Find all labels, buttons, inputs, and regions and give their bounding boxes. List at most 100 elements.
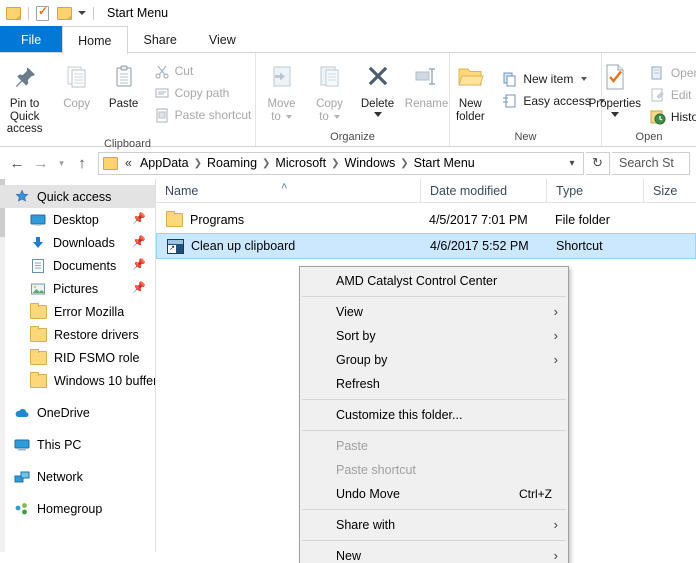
tab-home[interactable]: Home [62, 26, 128, 54]
properties-button[interactable]: Properties [586, 58, 644, 117]
copy-to-button[interactable]: Copy to [306, 58, 354, 123]
breadcrumb-item-windows[interactable]: Windows [341, 156, 400, 170]
file-size-cell [644, 234, 684, 258]
search-input[interactable]: Search St [612, 151, 690, 175]
context-menu-item-view[interactable]: View › [300, 300, 568, 324]
shortcut-icon: ↗ [167, 238, 184, 254]
move-to-label-2: to [271, 110, 281, 123]
breadcrumb-path: « AppData ❯ Roaming ❯ Microsoft ❯ Window… [120, 156, 563, 170]
folder-icon [30, 371, 47, 388]
breadcrumb-item-microsoft[interactable]: Microsoft [271, 156, 330, 170]
breadcrumb-item-start-menu[interactable]: Start Menu [410, 156, 479, 170]
context-menu-item-group-by[interactable]: Group by › [300, 348, 568, 372]
up-arrow-icon[interactable]: ↑ [71, 152, 93, 174]
recent-locations-chevron-down-icon[interactable]: ▾ [54, 152, 69, 174]
pin-to-quick-access-label-1: Pin to Quick [9, 98, 40, 123]
refresh-icon[interactable]: ↻ [586, 151, 610, 175]
divider [302, 540, 566, 541]
pin-icon[interactable]: 📌 [132, 214, 146, 225]
folder-icon[interactable] [6, 6, 21, 20]
sidebar-item-homegroup[interactable]: Homegroup [0, 497, 155, 520]
history-button[interactable]: History [646, 106, 696, 128]
chevron-down-icon[interactable]: ▾ [563, 158, 581, 169]
chevron-right-icon[interactable]: ❯ [193, 158, 203, 169]
open-button[interactable]: Open [646, 62, 696, 84]
divider [302, 296, 566, 297]
tab-file[interactable]: File [0, 26, 63, 52]
delete-button[interactable]: Delete [354, 58, 402, 117]
column-header-type[interactable]: Type [546, 178, 643, 203]
breadcrumb-item-roaming[interactable]: Roaming [203, 156, 261, 170]
chevron-right-icon[interactable]: ❯ [330, 158, 340, 169]
sidebar-item-documents[interactable]: Documents 📌 [0, 254, 155, 277]
paste-shortcut-button[interactable]: Paste shortcut [150, 104, 256, 126]
pin-icon [12, 60, 38, 94]
ribbon-group-label-new: New [514, 131, 537, 143]
sort-ascending-icon: ˄ [281, 180, 288, 193]
new-item-icon [502, 71, 518, 87]
sidebar-item-error-mozilla[interactable]: Error Mozilla [0, 300, 155, 323]
breadcrumb-overflow[interactable]: « [120, 156, 136, 170]
context-menu-item-amd-catalyst-control-center[interactable]: AMD Catalyst Control Center [300, 269, 568, 293]
edit-button[interactable]: Edit [646, 84, 696, 106]
chevron-down-icon[interactable] [373, 111, 382, 117]
context-menu-item-refresh[interactable]: Refresh [300, 372, 568, 396]
sidebar-item-quick-access[interactable]: Quick access [0, 185, 155, 208]
pin-to-quick-access-button[interactable]: Pin to Quick access [0, 58, 54, 136]
sidebar-item-desktop[interactable]: Desktop 📌 [0, 208, 155, 231]
sidebar-item-network[interactable]: Network [0, 465, 155, 488]
context-menu-item-label: AMD Catalyst Control Center [336, 274, 498, 288]
chevron-down-icon[interactable] [333, 114, 340, 119]
chevron-down-icon[interactable] [610, 111, 619, 117]
breadcrumb-item-appdata[interactable]: AppData [136, 156, 193, 170]
forward-arrow-icon[interactable]: → [30, 152, 52, 174]
column-header-date-modified[interactable]: Date modified [420, 178, 546, 203]
new-folder-icon[interactable] [57, 6, 72, 20]
context-menu-item-paste: Paste [300, 434, 568, 458]
chevron-right-icon[interactable]: ❯ [261, 158, 271, 169]
context-menu-item-customize-this-folder[interactable]: Customize this folder... [300, 403, 568, 427]
chevron-down-icon[interactable] [285, 114, 292, 119]
sidebar-item-onedrive[interactable]: OneDrive [0, 401, 155, 424]
properties-icon[interactable] [36, 4, 49, 21]
back-arrow-icon[interactable]: ← [6, 152, 28, 174]
sidebar-item-rid-fsmo-role[interactable]: RID FSMO role [0, 346, 155, 369]
breadcrumb[interactable]: « AppData ❯ Roaming ❯ Microsoft ❯ Window… [98, 151, 584, 175]
table-row[interactable]: Programs 4/5/2017 7:01 PM File folder [156, 207, 696, 233]
copy-button[interactable]: Copy [54, 58, 100, 111]
paste-button[interactable]: Paste [100, 58, 148, 111]
pin-icon[interactable]: 📌 [132, 260, 146, 271]
context-menu-item-sort-by[interactable]: Sort by › [300, 324, 568, 348]
context-menu-item-undo-move[interactable]: Undo Move Ctrl+Z [300, 482, 568, 506]
sidebar-item-windows-10-buffer[interactable]: Windows 10 buffer [0, 369, 155, 392]
copy-path-button[interactable]: Copy path [150, 82, 256, 104]
sidebar-item-pictures[interactable]: Pictures 📌 [0, 277, 155, 300]
cut-button[interactable]: Cut [150, 60, 256, 82]
file-date-cell: 4/5/2017 7:01 PM [429, 213, 528, 227]
context-menu-item-share-with[interactable]: Share with › [300, 513, 568, 537]
sidebar-item-this-pc[interactable]: This PC [0, 433, 155, 456]
table-row[interactable]: ↗ Clean up clipboard 4/6/2017 5:52 PM Sh… [156, 233, 696, 259]
tab-share[interactable]: Share [128, 26, 193, 52]
sidebar-item-restore-drivers[interactable]: Restore drivers [0, 323, 155, 346]
column-header-size[interactable]: Size [643, 178, 683, 203]
chevron-right-icon[interactable]: ❯ [399, 158, 409, 169]
ribbon-group-clipboard: Pin to Quick access Copy Paste Cut Copy … [0, 53, 256, 150]
pin-to-quick-access-label-2: access [6, 123, 43, 135]
column-header-name[interactable]: Name ˄ [156, 179, 420, 203]
pin-icon[interactable]: 📌 [132, 283, 146, 294]
new-folder-button[interactable]: New folder [444, 58, 496, 123]
open-small-commands: Open Edit [644, 58, 696, 128]
move-to-button[interactable]: Move to [258, 58, 306, 123]
pin-icon[interactable]: 📌 [132, 237, 146, 248]
chevron-down-icon[interactable] [78, 11, 86, 15]
context-menu-item-new[interactable]: New › [300, 544, 568, 563]
clipboard-small-commands: Cut Copy path Paste shortcut [148, 58, 260, 126]
sidebar-item-downloads[interactable]: Downloads 📌 [0, 231, 155, 254]
context-menu-item-label: Paste [336, 439, 368, 453]
context-menu-item-label: View [336, 305, 363, 319]
desktop-icon [30, 212, 46, 228]
context-menu-item-shortcut: Ctrl+Z [519, 487, 552, 501]
tab-view[interactable]: View [193, 26, 252, 52]
